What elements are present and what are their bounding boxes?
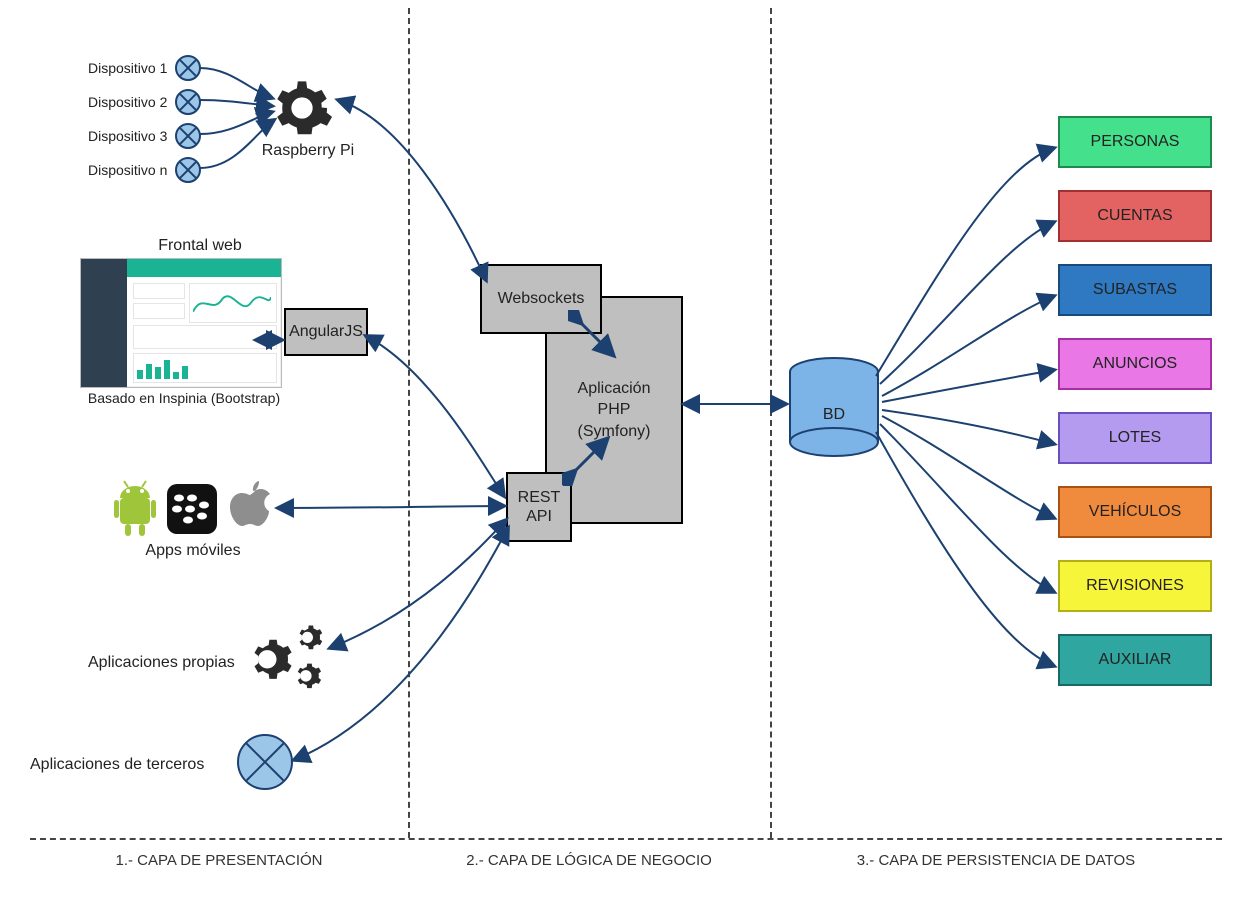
- db-table-label: SUBASTAS: [1093, 281, 1177, 299]
- websockets-label: Websockets: [492, 290, 591, 308]
- apple-icon: [230, 481, 270, 526]
- db-table-label: PERSONAS: [1091, 133, 1180, 151]
- cross-circle-icon: [175, 89, 201, 115]
- cross-circle-icon: [175, 157, 201, 183]
- own-apps-node: [236, 620, 328, 703]
- layer-separator-1: [408, 8, 410, 838]
- device-label: Dispositivo 1: [88, 60, 167, 76]
- db-table-label: VEHÍCULOS: [1089, 503, 1181, 521]
- angularjs-label: AngularJS: [289, 323, 363, 341]
- double-arrow-icon: [562, 436, 612, 486]
- db-table-label: CUENTAS: [1097, 207, 1172, 225]
- db-table-subastas: SUBASTAS: [1058, 264, 1212, 316]
- blackberry-icon: [167, 484, 217, 534]
- architecture-diagram: 1.- CAPA DE PRESENTACIÓN 2.- CAPA DE LÓG…: [0, 0, 1253, 905]
- frontal-caption: Basado en Inspinia (Bootstrap): [74, 390, 294, 406]
- double-arrow-icon: [568, 310, 618, 360]
- db-table-label: LOTES: [1109, 429, 1161, 447]
- rest-api-label: REST API: [508, 488, 570, 526]
- db-table-vehículos: VEHÍCULOS: [1058, 486, 1212, 538]
- db-table-lotes: LOTES: [1058, 412, 1212, 464]
- inspinia-mock-icon: [80, 258, 282, 388]
- db-table-cuentas: CUENTAS: [1058, 190, 1212, 242]
- device-item: Dispositivo n: [88, 156, 201, 184]
- mobile-apps-label: Apps móviles: [118, 542, 268, 560]
- frontal-title: Frontal web: [120, 237, 280, 255]
- gear-icon: [270, 76, 334, 140]
- device-label: Dispositivo 2: [88, 94, 167, 110]
- own-apps-label: Aplicaciones propias: [88, 654, 235, 672]
- gears-cluster-icon: [236, 620, 328, 698]
- php-app-line2: PHP: [598, 399, 631, 421]
- db-table-auxiliar: AUXILIAR: [1058, 634, 1212, 686]
- db-table-label: AUXILIAR: [1099, 651, 1172, 669]
- db-table-personas: PERSONAS: [1058, 116, 1212, 168]
- mobile-apps-node: [112, 476, 272, 543]
- device-item: Dispositivo 1: [88, 54, 201, 82]
- cross-circle-icon: [237, 734, 293, 790]
- angularjs-node: AngularJS: [284, 308, 368, 356]
- device-item: Dispositivo 3: [88, 122, 201, 150]
- layer-label-logic: 2.- CAPA DE LÓGICA DE NEGOCIO: [408, 852, 770, 869]
- db-table-label: REVISIONES: [1086, 577, 1184, 595]
- raspberry-node: [270, 76, 334, 145]
- third-party-label: Aplicaciones de terceros: [30, 756, 204, 774]
- cross-circle-icon: [175, 55, 201, 81]
- device-label: Dispositivo n: [88, 162, 167, 178]
- device-item: Dispositivo 2: [88, 88, 201, 116]
- layer-separator-2: [770, 8, 772, 838]
- db-table-label: ANUNCIOS: [1093, 355, 1177, 373]
- frontal-web-preview: [80, 258, 282, 388]
- php-app-line1: Aplicación: [578, 378, 651, 400]
- layer-label-persistence: 3.- CAPA DE PERSISTENCIA DE DATOS: [770, 852, 1222, 869]
- layers-divider: [30, 838, 1222, 840]
- device-label: Dispositivo 3: [88, 128, 167, 144]
- database-label: BD: [790, 406, 878, 424]
- devices-list: Dispositivo 1 Dispositivo 2 Dispositivo …: [88, 54, 201, 184]
- db-table-anuncios: ANUNCIOS: [1058, 338, 1212, 390]
- layer-label-presentation: 1.- CAPA DE PRESENTACIÓN: [30, 852, 408, 869]
- android-icon: [114, 481, 156, 536]
- cross-circle-icon: [175, 123, 201, 149]
- db-table-revisiones: REVISIONES: [1058, 560, 1212, 612]
- raspberry-label: Raspberry Pi: [248, 142, 368, 160]
